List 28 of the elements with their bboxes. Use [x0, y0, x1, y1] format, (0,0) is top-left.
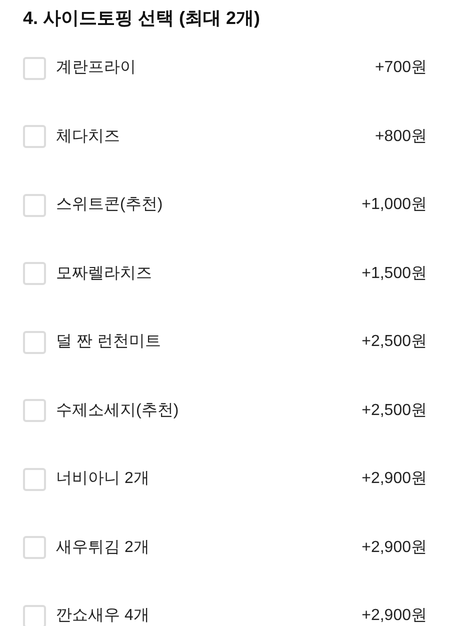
option-price: +800원 — [374, 126, 427, 147]
option-label: 체다치즈 — [56, 126, 120, 147]
checkbox[interactable] — [23, 604, 46, 626]
option-price: +2,500원 — [362, 400, 427, 421]
option-label: 너비아니 2개 — [56, 469, 150, 490]
option-price: +2,900원 — [362, 538, 427, 558]
option-label: 수제소세지(추천) — [56, 400, 179, 421]
checkbox[interactable] — [23, 56, 46, 80]
option-price: +2,900원 — [362, 469, 427, 490]
section-title: 4. 사이드토핑 선택 (최대 2개) — [23, 7, 260, 30]
checkbox[interactable] — [23, 468, 46, 491]
checkbox[interactable] — [23, 125, 46, 148]
option-price: +700원 — [374, 58, 427, 78]
option-label: 깐쇼새우 4개 — [56, 606, 150, 626]
option-label: 새우튀김 2개 — [56, 538, 150, 558]
option-label: 덜 짠 런천미트 — [56, 332, 161, 352]
checkbox[interactable] — [23, 330, 46, 354]
option-price: +2,900원 — [362, 606, 427, 626]
option-price: +2,500원 — [362, 332, 427, 352]
checkbox[interactable] — [23, 262, 46, 286]
option-price: +1,500원 — [362, 264, 427, 284]
checkbox[interactable] — [23, 194, 46, 217]
option-label: 모짜렐라치즈 — [56, 264, 152, 284]
option-label: 계란프라이 — [56, 58, 136, 78]
option-price: +1,000원 — [362, 195, 427, 216]
checkbox[interactable] — [23, 399, 46, 422]
checkbox[interactable] — [23, 536, 46, 560]
option-label: 스위트콘(추천) — [56, 195, 163, 216]
